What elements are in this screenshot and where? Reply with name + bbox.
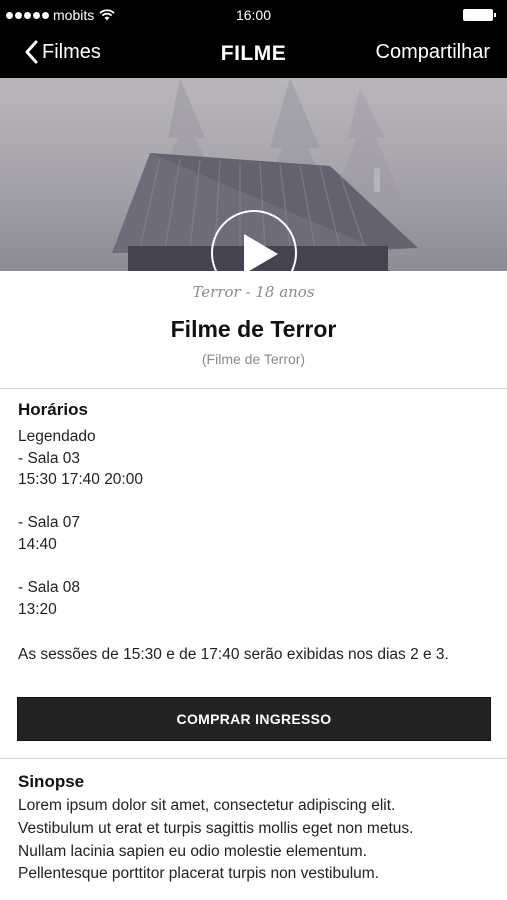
schedule-line: 13:20 <box>18 601 57 618</box>
schedule-heading: Horários <box>18 400 88 419</box>
synopsis-line: Vestibulum ut erat et turpis sagittis mo… <box>18 820 414 837</box>
schedule-line: - Sala 08 <box>18 579 81 596</box>
status-time: 16:00 <box>235 7 272 23</box>
schedule-line: - Sala 07 <box>18 514 81 531</box>
chevron-left-icon <box>25 40 38 64</box>
schedule-line: 15:30 17:40 20:00 <box>18 471 143 488</box>
battery-icon <box>463 9 496 21</box>
divider <box>0 388 507 389</box>
buy-ticket-button[interactable]: COMPRAR INGRESSO <box>17 697 491 741</box>
synopsis-line: Lorem ipsum dolor sit amet, consectetur … <box>18 797 396 814</box>
status-bar: mobits 16:00 <box>0 0 507 30</box>
movie-title: Filme de Terror <box>170 316 337 342</box>
schedule-line: - Sala 03 <box>18 450 81 467</box>
play-icon <box>244 234 278 271</box>
back-button-label: Filmes <box>42 40 101 63</box>
schedule-line: 14:40 <box>18 536 57 553</box>
synopsis-heading: Sinopse <box>18 772 85 791</box>
share-button[interactable]: Compartilhar <box>376 41 490 64</box>
original-title: (Filme de Terror) <box>201 351 306 367</box>
video-thumbnail[interactable] <box>0 78 507 271</box>
navigation-bar: Filmes FILME Compartilhar <box>0 30 507 78</box>
genre-rating: Terror - 18 anos <box>192 283 315 301</box>
divider <box>0 758 507 759</box>
synopsis-line: Nullam lacinia sapien eu odio molestie e… <box>18 843 367 860</box>
synopsis-line: Pellentesque porttitor placerat turpis n… <box>18 865 380 882</box>
schedule-line: Legendado <box>18 428 96 445</box>
back-button[interactable]: Filmes <box>24 40 101 64</box>
schedule-note: As sessões de 15:30 e de 17:40 serão exi… <box>18 646 449 663</box>
